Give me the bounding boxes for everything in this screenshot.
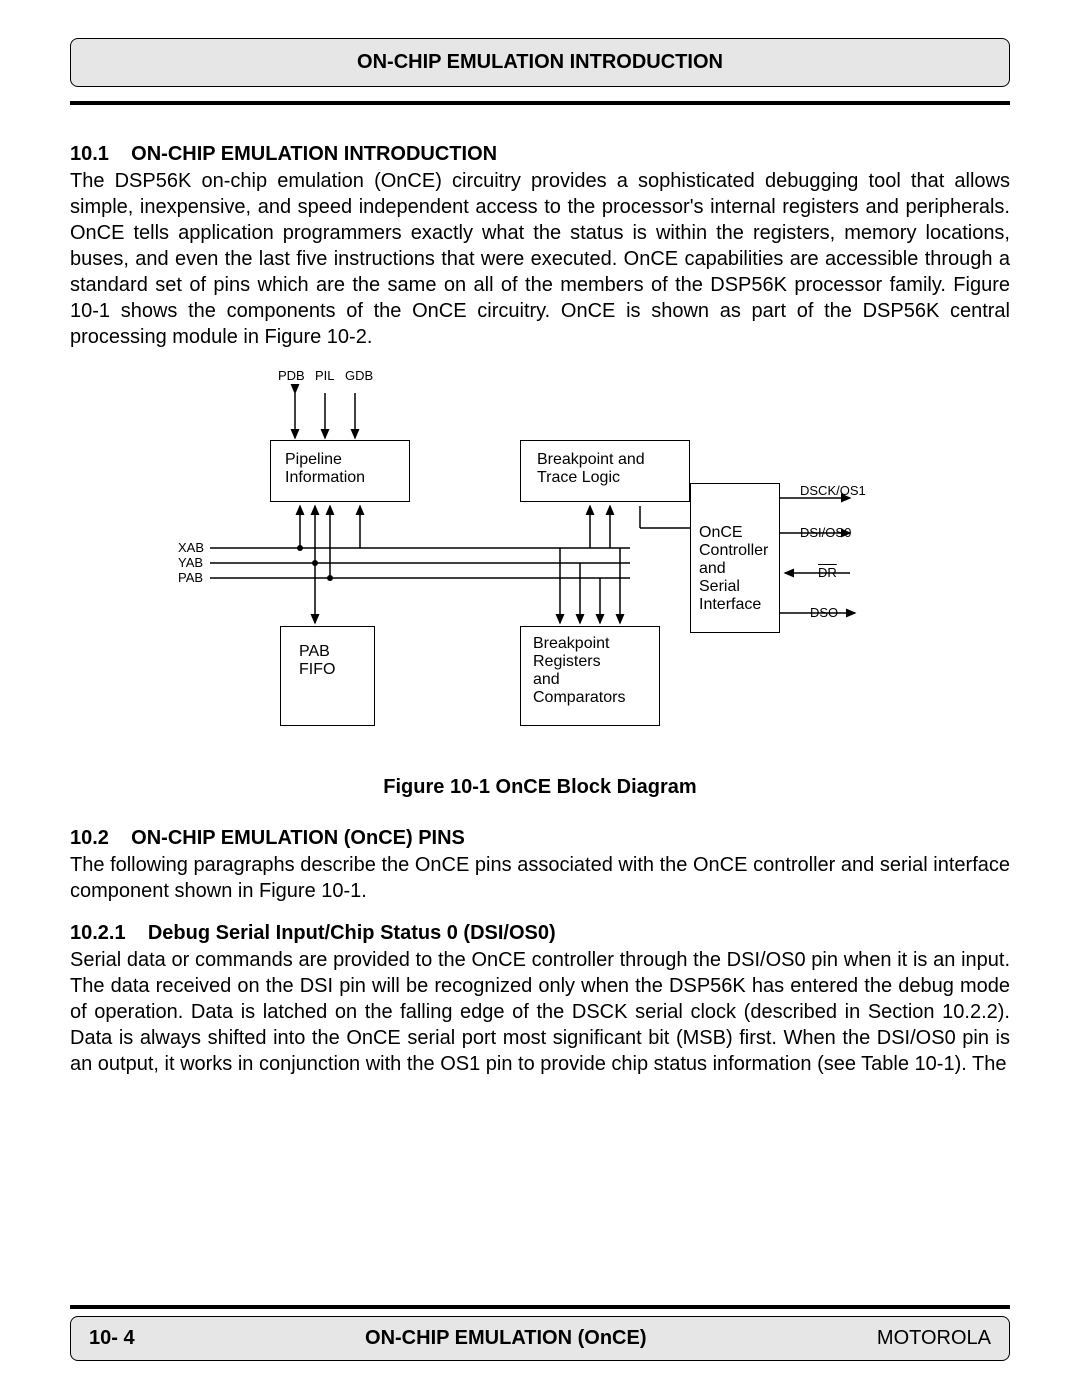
box-once-l5: Interface <box>699 596 771 614</box>
label-xab: XAB <box>178 540 204 556</box>
box-once-l1: OnCE <box>699 524 771 542</box>
box-pabfifo-l1: PAB <box>299 643 356 661</box>
box-pipeline-l1: Pipeline <box>285 451 395 469</box>
figure-caption: Figure 10-1 OnCE Block Diagram <box>70 776 1010 799</box>
label-yab: YAB <box>178 555 203 571</box>
label-dso: DSO <box>810 605 838 621</box>
section-10-2-1-heading: 10.2.1 Debug Serial Input/Chip Status 0 … <box>70 922 1010 945</box>
header-rule <box>70 101 1010 105</box>
figure-10-1: PDB PIL GDB XAB YAB PAB Pipeline Informa… <box>160 368 920 758</box>
box-breakpoint-regs: Breakpoint Registers and Comparators <box>520 626 660 726</box>
section-title-10-2: ON-CHIP EMULATION (OnCE) PINS <box>131 827 465 849</box>
page-header-title: ON-CHIP EMULATION INTRODUCTION <box>357 51 723 73</box>
section-num: 10.1 <box>70 143 109 165</box>
box-breakpoint-trace: Breakpoint and Trace Logic <box>520 440 690 502</box>
box-pabfifo-l2: FIFO <box>299 661 356 679</box>
box-bptreg-l3: and <box>533 671 647 689</box>
box-pipeline: Pipeline Information <box>270 440 410 502</box>
box-bpt-logic-l2: Trace Logic <box>537 469 673 487</box>
box-bptreg-l2: Registers <box>533 653 647 671</box>
section-10-2-heading: 10.2 ON-CHIP EMULATION (OnCE) PINS <box>70 827 1010 850</box>
box-once-l2: Controller <box>699 542 771 560</box>
section-num-10-2-1: 10.2.1 <box>70 922 126 944</box>
label-dr: DR <box>818 565 837 581</box>
box-pab-fifo: PAB FIFO <box>280 626 375 726</box>
footer-brand: MOTOROLA <box>877 1327 991 1350</box>
footer-page-number: 10- 4 <box>89 1327 135 1350</box>
box-bpt-logic-l1: Breakpoint and <box>537 451 673 469</box>
section-10-1-heading: 10.1 ON-CHIP EMULATION INTRODUCTION <box>70 143 1010 166</box>
label-gdb: GDB <box>345 368 373 384</box>
label-pdb: PDB <box>278 368 305 384</box>
label-pil: PIL <box>315 368 335 384</box>
page-footer-box: 10- 4 ON-CHIP EMULATION (OnCE) MOTOROLA <box>70 1316 1010 1361</box>
box-once-l4: Serial <box>699 578 771 596</box>
figure-10-1-wrap: PDB PIL GDB XAB YAB PAB Pipeline Informa… <box>70 368 1010 758</box>
label-pab: PAB <box>178 570 203 586</box>
section-title: ON-CHIP EMULATION INTRODUCTION <box>131 143 497 165</box>
section-10-2-1-para: Serial data or commands are provided to … <box>70 947 1010 1077</box>
section-title-10-2-1: Debug Serial Input/Chip Status 0 (DSI/OS… <box>148 922 556 944</box>
label-dsi-os0: DSI/OS0 <box>800 525 851 541</box>
box-bptreg-l1: Breakpoint <box>533 635 647 653</box>
box-pipeline-l2: Information <box>285 469 395 487</box>
footer-title: ON-CHIP EMULATION (OnCE) <box>365 1327 646 1350</box>
footer-rule <box>70 1305 1010 1309</box>
section-10-1-para: The DSP56K on-chip emulation (OnCE) circ… <box>70 168 1010 350</box>
page-header-box: ON-CHIP EMULATION INTRODUCTION <box>70 38 1010 87</box>
section-num-10-2: 10.2 <box>70 827 109 849</box>
section-10-2-para: The following paragraphs describe the On… <box>70 852 1010 904</box>
box-once-l3: and <box>699 560 771 578</box>
label-dsck-os1: DSCK/OS1 <box>800 483 866 499</box>
box-once-controller: OnCE Controller and Serial Interface <box>690 483 780 633</box>
box-bptreg-l4: Comparators <box>533 689 647 707</box>
